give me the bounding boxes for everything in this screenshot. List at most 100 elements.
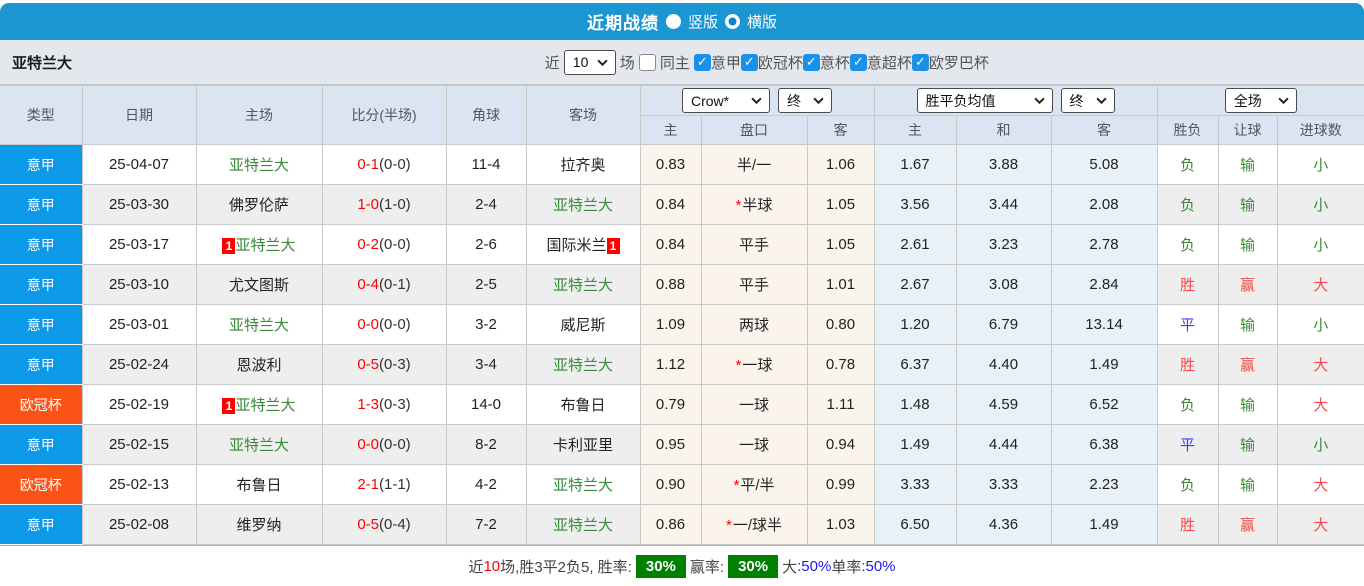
league-type-cell: 意甲 <box>0 264 83 305</box>
eu-away-odds: 13.14 <box>1050 304 1158 345</box>
away-favorite-star: * <box>735 197 742 214</box>
title-bar: 近期战绩 竖版 横版 <box>0 3 1364 40</box>
eu-away-odds: 2.78 <box>1050 224 1158 265</box>
league-type-cell: 意甲 <box>0 344 83 385</box>
away-team-name: 国际米兰 <box>546 237 607 254</box>
eu-draw-odds: 4.36 <box>955 504 1052 545</box>
col-header-corner: 角球 <box>445 85 527 145</box>
ah-line-text: 两球 <box>738 317 769 334</box>
away-team-name: 布鲁日 <box>560 397 606 414</box>
fulltime-score: 1-3 <box>357 396 379 413</box>
eu-home-odds: 2.67 <box>873 264 957 305</box>
corners-cell: 3-2 <box>445 304 527 345</box>
result-cell: 负 <box>1156 184 1219 225</box>
europe-odds-select[interactable]: 胜平负均值 <box>916 88 1053 113</box>
home-team-cell: 亚特兰大 <box>195 304 323 345</box>
eu-time-select[interactable]: 终 <box>1060 88 1115 113</box>
halftime-score: (0-3) <box>379 356 411 373</box>
eu-away-odds: 5.08 <box>1050 144 1158 185</box>
handicap-result-cell: 输 <box>1217 184 1278 225</box>
league-checkbox[interactable]: ✓ <box>911 53 929 71</box>
match-row: 意甲 25-03-01 亚特兰大 0-0(0-0) 3-2 威尼斯 1.09 两球 0.80 1.… <box>0 304 1364 345</box>
date-cell: 25-02-24 <box>81 344 197 385</box>
results-table: 类型 日期 主场 比分(半场) 角球 客场 Crow* 终 胜平负均值 终 全场… <box>0 85 1364 545</box>
ah-time-select[interactable]: 终 <box>778 88 832 113</box>
ah-line-text: 一球 <box>738 437 769 454</box>
result-cell: 负 <box>1156 384 1219 425</box>
recent-results-panel: 近期战绩 竖版 横版 亚特兰大 近 10 场 ✓ 同主 ✓意甲✓欧冠杯✓意杯✓意… <box>0 0 1364 586</box>
league-checkbox[interactable]: ✓ <box>802 53 820 71</box>
col-header-date: 日期 <box>81 85 197 145</box>
league-type-cell: 意甲 <box>0 424 83 465</box>
period-select[interactable]: 全场 <box>1224 88 1297 113</box>
red-card-icon: 1 <box>222 238 236 254</box>
score-cell: 1-0(1-0) <box>321 184 447 225</box>
home-team-cell: 佛罗伦萨 <box>195 184 323 225</box>
horizontal-layout-radio[interactable] <box>725 14 740 29</box>
eu-draw-odds: 6.79 <box>955 304 1052 345</box>
ah-line-cell: *半球 <box>700 184 808 225</box>
away-team-name: 威尼斯 <box>560 317 606 334</box>
league-checkbox[interactable]: ✓ <box>740 53 758 71</box>
eu-home-odds: 2.61 <box>873 224 957 265</box>
date-cell: 25-03-30 <box>81 184 197 225</box>
eu-away-odds: 2.08 <box>1050 184 1158 225</box>
date-cell: 25-03-17 <box>81 224 197 265</box>
fulltime-score: 0-5 <box>357 516 379 533</box>
col-header-ah-away: 客 <box>806 115 875 145</box>
ah-home-odds: 0.95 <box>639 424 702 465</box>
league-type-cell: 意甲 <box>0 184 83 225</box>
same-home-checkbox[interactable]: ✓ <box>638 53 656 71</box>
away-team-cell: 亚特兰大 <box>525 264 641 305</box>
eu-draw-odds: 3.44 <box>955 184 1052 225</box>
score-cell: 0-2(0-0) <box>321 224 447 265</box>
result-cell: 负 <box>1156 224 1219 265</box>
league-checkbox[interactable]: ✓ <box>693 53 711 71</box>
ah-away-odds: 1.11 <box>806 384 875 425</box>
summary-text: 赢率: <box>689 559 725 576</box>
home-team-name: 亚特兰大 <box>235 237 296 254</box>
home-team-name: 布鲁日 <box>236 477 282 494</box>
team-name: 亚特兰大 <box>12 54 73 72</box>
away-team-name: 亚特兰大 <box>552 197 613 214</box>
summary-text: 场,胜3平2负5, 胜率: <box>500 559 632 576</box>
score-cell: 0-1(0-0) <box>321 144 447 185</box>
games-label: 场 <box>619 54 635 72</box>
corners-cell: 7-2 <box>445 504 527 545</box>
near-label: 近 <box>544 54 560 72</box>
eu-away-odds: 6.38 <box>1050 424 1158 465</box>
ah-line-cell: 一球 <box>700 384 808 425</box>
handicap-result-cell: 输 <box>1217 144 1278 185</box>
handicap-result-cell: 赢 <box>1217 344 1278 385</box>
vertical-layout-radio[interactable] <box>665 14 681 29</box>
ah-away-odds: 1.05 <box>806 184 875 225</box>
result-cell: 胜 <box>1156 504 1219 545</box>
league-type-cell: 欧冠杯 <box>0 384 83 425</box>
home-team-name: 恩波利 <box>236 357 282 374</box>
ah-away-odds: 0.78 <box>806 344 875 385</box>
vertical-layout-label[interactable]: 竖版 <box>688 11 718 32</box>
eu-draw-odds: 3.88 <box>955 144 1052 185</box>
league-checkbox[interactable]: ✓ <box>849 53 867 71</box>
away-team-cell: 卡利亚里 <box>525 424 641 465</box>
summary-text: 大 <box>782 559 798 576</box>
rate-badge: 30% <box>635 555 686 578</box>
match-count-select[interactable]: 10 <box>563 49 616 75</box>
result-cell: 胜 <box>1156 344 1219 385</box>
halftime-score: (0-3) <box>379 396 411 413</box>
ah-line-text: 平手 <box>738 237 769 254</box>
bookmaker-select[interactable]: Crow* <box>682 88 770 113</box>
ah-time-value: 终 <box>787 92 801 109</box>
eu-away-odds: 2.23 <box>1050 464 1158 505</box>
ah-away-odds: 1.05 <box>806 224 875 265</box>
eu-home-odds: 3.56 <box>873 184 957 225</box>
horizontal-layout-label[interactable]: 横版 <box>747 11 777 32</box>
away-team-name: 拉齐奥 <box>560 157 606 174</box>
handicap-result-cell: 输 <box>1217 224 1278 265</box>
ah-home-odds: 0.83 <box>639 144 702 185</box>
home-team-cell: 恩波利 <box>195 344 323 385</box>
ah-line-cell: 平手 <box>700 224 808 265</box>
away-favorite-star: * <box>725 517 732 534</box>
period-value: 全场 <box>1233 92 1262 109</box>
bookmaker-value: Crow* <box>691 92 730 109</box>
